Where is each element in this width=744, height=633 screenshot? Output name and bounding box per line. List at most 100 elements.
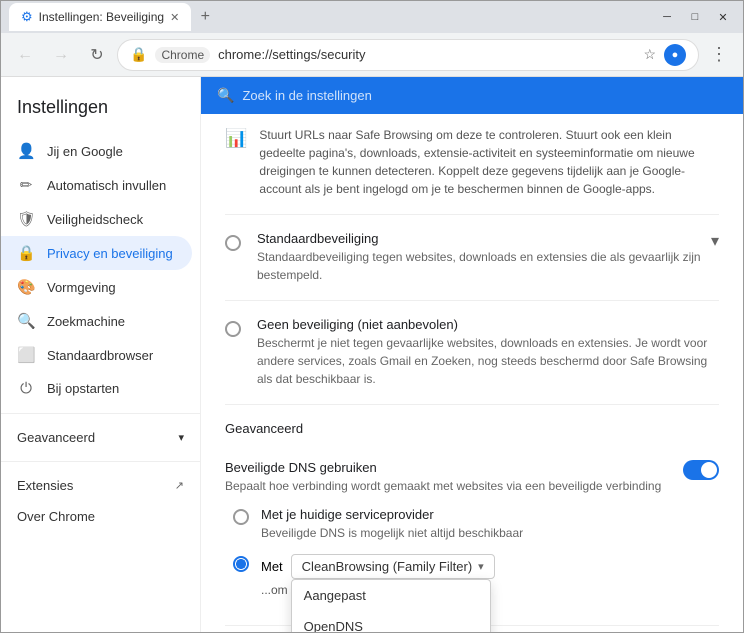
sidebar-item-vormgeving[interactable]: 🎨 Vormgeving [1, 270, 192, 304]
sidebar-label-privacy-en-beveiliging: Privacy en beveiliging [47, 246, 173, 261]
sidebar-divider [1, 413, 200, 414]
beveiligde-dns-toggle[interactable] [683, 460, 719, 480]
sidebar-label-automatisch-invullen: Automatisch invullen [47, 178, 166, 193]
account-icon-symbol: ● [672, 49, 679, 61]
sidebar-title: Instellingen [1, 89, 200, 134]
back-button[interactable]: ← [9, 39, 41, 71]
sidebar-label-bij-opstarten: Bij opstarten [47, 381, 119, 396]
beveiligde-dns-desc: Bepaalt hoe verbinding wordt gemaakt met… [225, 477, 667, 495]
sidebar-item-over-chrome[interactable]: Over Chrome [1, 501, 200, 532]
sidebar-divider-2 [1, 461, 200, 462]
sidebar-item-bij-opstarten[interactable]: ⏻ Bij opstarten [1, 372, 192, 405]
dns-options: Met je huidige serviceprovider Beveiligd… [233, 507, 719, 597]
search-icon: 🔍 [217, 87, 234, 104]
tab-label: Instellingen: Beveiliging [39, 10, 164, 24]
beveiligde-dns-header: Beveiligde DNS gebruiken Bepaalt hoe ver… [225, 460, 719, 495]
reload-button[interactable]: ↻ [81, 39, 113, 71]
chart-icon: 📊 [225, 128, 247, 149]
search-bar[interactable]: 🔍 Zoek in de instellingen [201, 77, 743, 114]
tab-close-button[interactable]: ✕ [170, 11, 179, 24]
geen-beveiliging-block: Geen beveiliging (niet aanbevolen) Besch… [225, 301, 719, 405]
close-button[interactable]: ✕ [711, 5, 735, 29]
browser-window: ⚙ Instellingen: Beveiliging ✕ + ─ □ ✕ ← … [0, 0, 744, 633]
more-menu-button[interactable]: ⋮ [703, 39, 735, 71]
sidebar-label-standaardbrowser: Standaardbrowser [47, 348, 153, 363]
dns-option-huidige-text: Met je huidige serviceprovider Beveiligd… [261, 507, 523, 542]
address-bar[interactable]: 🔒 Chrome chrome://settings/security ☆ ● [117, 39, 699, 71]
geen-radio[interactable] [225, 321, 241, 337]
dns-dropdown-selected-text: CleanBrowsing (Family Filter) [302, 559, 472, 574]
standaard-beveiliging-row: Standaardbeveiliging Standaardbeveiligin… [225, 231, 719, 284]
dns-dropdown-menu: Aangepast OpenDNS CleanBrowsing (Family … [291, 579, 491, 632]
maximize-button[interactable]: □ [683, 5, 707, 29]
sidebar-label-jij-en-google: Jij en Google [47, 144, 123, 159]
content-area: 🔍 Zoek in de instellingen 📊 Stuurt URLs … [201, 77, 743, 632]
dns-bekijken-prefix: ...om [261, 583, 291, 597]
standaard-expand-icon[interactable]: ▾ [711, 231, 719, 251]
extensies-label: Extensies [17, 478, 73, 493]
dns-option-huidige: Met je huidige serviceprovider Beveiligd… [233, 507, 719, 542]
site-badge: Chrome [155, 47, 210, 63]
beveiligde-dns-text: Beveiligde DNS gebruiken Bepaalt hoe ver… [225, 460, 683, 495]
bookmark-icon[interactable]: ☆ [643, 46, 656, 63]
sidebar-item-automatisch-invullen[interactable]: ✏ Automatisch invullen [1, 168, 192, 202]
edit-icon: ✏ [17, 176, 35, 194]
account-avatar[interactable]: ● [664, 44, 686, 66]
beveiligde-dns-section: Beveiligde DNS gebruiken Bepaalt hoe ver… [225, 444, 719, 626]
beveiligde-dns-title: Beveiligde DNS gebruiken [225, 460, 667, 475]
sidebar-item-jij-en-google[interactable]: 👤 Jij en Google [1, 134, 192, 168]
sidebar-item-zoekmachine[interactable]: 🔍 Zoekmachine [1, 304, 192, 338]
over-chrome-label: Over Chrome [17, 509, 95, 524]
sidebar: Instellingen 👤 Jij en Google ✏ Automatis… [1, 77, 201, 632]
top-description-text: Stuurt URLs naar Safe Browsing om deze t… [259, 126, 719, 198]
minimize-button[interactable]: ─ [655, 5, 679, 29]
top-description-block: 📊 Stuurt URLs naar Safe Browsing om deze… [225, 114, 719, 215]
geavanceerd-label: Geavanceerd [17, 430, 95, 445]
sidebar-item-privacy-en-beveiliging[interactable]: 🔒 Privacy en beveiliging [1, 236, 192, 270]
external-link-icon: ↗ [175, 479, 184, 492]
window-controls: ─ □ ✕ [655, 5, 735, 29]
dns-met-label: Met [261, 559, 283, 574]
dns-huidige-label: Met je huidige serviceprovider [261, 507, 523, 522]
dns-radio-huidige[interactable] [233, 509, 249, 525]
titlebar: ⚙ Instellingen: Beveiliging ✕ + ─ □ ✕ [1, 1, 743, 33]
standaard-desc: Standaardbeveiliging tegen websites, dow… [257, 248, 711, 284]
dns-option-met: Met CleanBrowsing (Family Filter) ▾ Aang… [233, 554, 719, 597]
tab-settings-icon: ⚙ [21, 9, 33, 25]
dns-dropdown-button[interactable]: CleanBrowsing (Family Filter) ▾ [291, 554, 495, 579]
url-text: chrome://settings/security [218, 47, 635, 62]
dropdown-item-aangepast[interactable]: Aangepast [292, 580, 490, 611]
standaard-title: Standaardbeveiliging [257, 231, 711, 246]
standaard-radio-col [225, 231, 241, 254]
new-tab-button[interactable]: + [191, 3, 219, 31]
sidebar-item-geavanceerd[interactable]: Geavanceerd ▾ [1, 422, 200, 453]
geen-title: Geen beveiliging (niet aanbevolen) [257, 317, 719, 332]
browser-icon: ⬜ [17, 346, 35, 364]
sidebar-label-vormgeving: Vormgeving [47, 280, 116, 295]
dns-met-row: Met CleanBrowsing (Family Filter) ▾ Aang… [261, 554, 495, 579]
sidebar-item-standaardbrowser[interactable]: ⬜ Standaardbrowser [1, 338, 192, 372]
sidebar-item-veiligheidscheck[interactable]: 🛡 Veiligheidscheck [1, 202, 192, 236]
search-placeholder: Zoek in de instellingen [242, 88, 371, 103]
active-tab[interactable]: ⚙ Instellingen: Beveiliging ✕ [9, 3, 191, 31]
forward-button[interactable]: → [45, 39, 77, 71]
geavanceerd-section-header: Geavanceerd [225, 405, 719, 444]
dns-radio-met[interactable] [233, 556, 249, 572]
dns-dropdown-container: CleanBrowsing (Family Filter) ▾ Aangepas… [291, 554, 495, 579]
shield-icon: 🛡 [17, 210, 35, 228]
geen-content: Geen beveiliging (niet aanbevolen) Besch… [257, 317, 719, 388]
main-area: Instellingen 👤 Jij en Google ✏ Automatis… [1, 77, 743, 632]
dropdown-item-opendns[interactable]: OpenDNS [292, 611, 490, 632]
sidebar-label-zoekmachine: Zoekmachine [47, 314, 125, 329]
standaard-radio[interactable] [225, 235, 241, 251]
search-nav-icon: 🔍 [17, 312, 35, 330]
toolbar: ← → ↻ 🔒 Chrome chrome://settings/securit… [1, 33, 743, 77]
standaard-beveiliging-block: Standaardbeveiliging Standaardbeveiligin… [225, 215, 719, 301]
geen-desc: Beschermt je niet tegen gevaarlijke webs… [257, 334, 719, 388]
lock-nav-icon: 🔒 [17, 244, 35, 262]
palette-icon: 🎨 [17, 278, 35, 296]
standaard-content: Standaardbeveiliging Standaardbeveiligin… [257, 231, 719, 284]
chevron-down-icon: ▾ [178, 431, 184, 444]
dns-option-met-content: Met CleanBrowsing (Family Filter) ▾ Aang… [261, 554, 495, 597]
sidebar-item-extensies[interactable]: Extensies ↗ [1, 470, 200, 501]
